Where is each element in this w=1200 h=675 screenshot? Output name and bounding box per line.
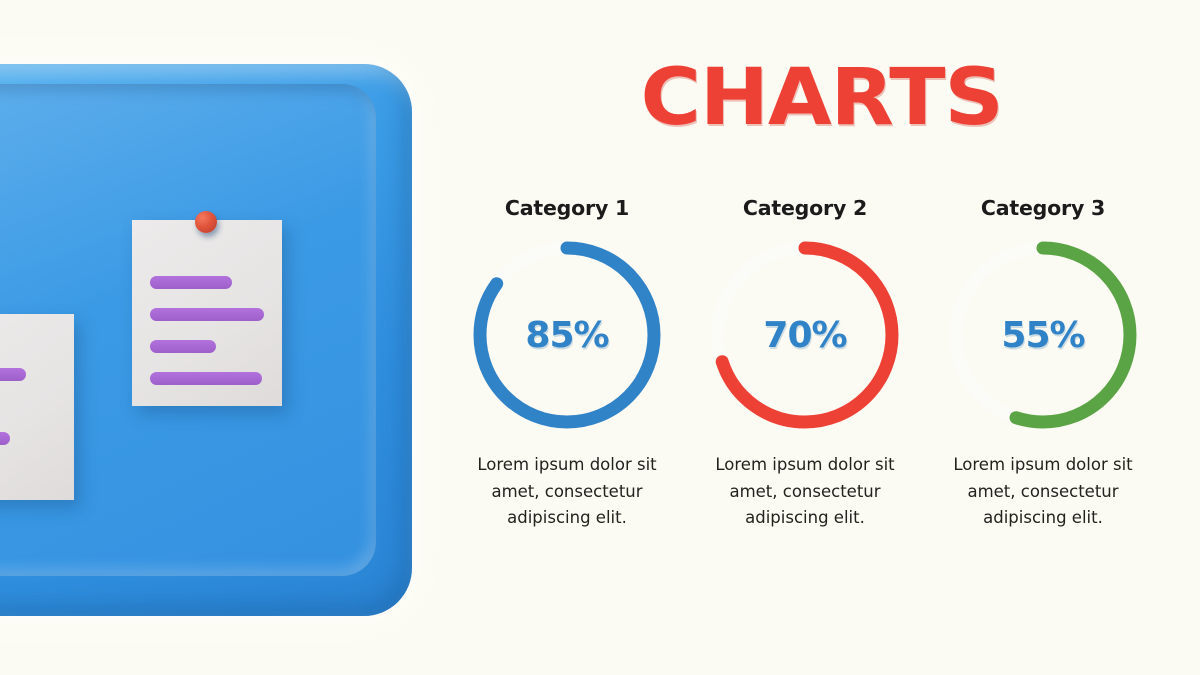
note-text-line xyxy=(150,340,216,353)
chart-category-label: Category 1 xyxy=(504,196,630,220)
note-text-line xyxy=(0,368,26,381)
note-text-line xyxy=(150,308,264,321)
pushpin-icon xyxy=(195,211,217,233)
donut-chart-3: 55% xyxy=(946,238,1140,432)
sticky-note-side xyxy=(0,314,74,500)
donut-value-label: 85% xyxy=(525,314,609,356)
charts-row: Category 1 85% Lorem ipsum dolor sit ame… xyxy=(448,196,1164,532)
chart-category-label: Category 3 xyxy=(980,196,1106,220)
donut-chart-1: 85% xyxy=(470,238,664,432)
bulletin-board-illustration xyxy=(0,64,412,616)
chart-description: Lorem ipsum dolor sit amet, consectetur … xyxy=(477,455,657,528)
chart-description: Lorem ipsum dolor sit amet, consectetur … xyxy=(715,455,895,528)
donut-value-label: 70% xyxy=(763,314,847,356)
page-title: CHARTS xyxy=(640,51,1004,144)
chart-description: Lorem ipsum dolor sit amet, consectetur … xyxy=(953,455,1133,528)
note-text-line xyxy=(0,432,10,445)
chart-card-2: Category 2 70% Lorem ipsum dolor sit ame… xyxy=(686,196,924,532)
sticky-note-main xyxy=(132,211,282,406)
note-text-line xyxy=(150,372,262,385)
donut-value-label: 55% xyxy=(1001,314,1085,356)
chart-card-1: Category 1 85% Lorem ipsum dolor sit ame… xyxy=(448,196,686,532)
chart-card-3: Category 3 55% Lorem ipsum dolor sit ame… xyxy=(924,196,1162,532)
note-text-line xyxy=(150,276,232,289)
donut-chart-2: 70% xyxy=(708,238,902,432)
chart-category-label: Category 2 xyxy=(742,196,868,220)
